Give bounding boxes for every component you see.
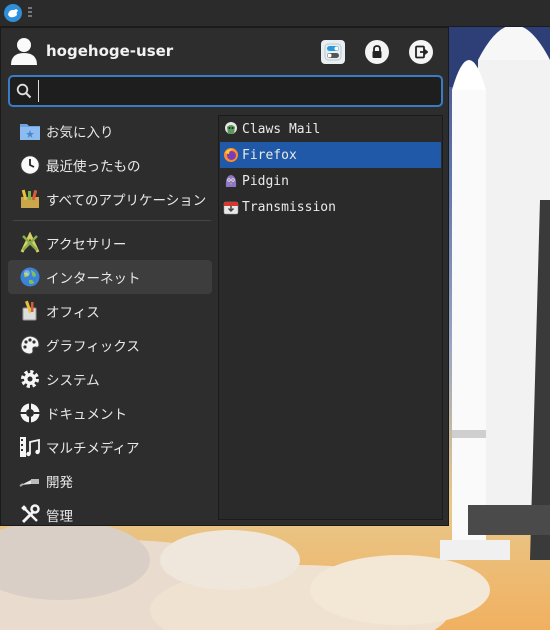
search-input[interactable] [38, 80, 433, 102]
category-label: すべてのアプリケーション [46, 193, 207, 209]
all-apps-icon [18, 187, 42, 211]
app-label: Transmission [242, 199, 336, 215]
category-system[interactable]: システム [8, 362, 212, 396]
category-office[interactable]: オフィス [8, 294, 212, 328]
category-multimedia[interactable]: マルチメディア [8, 430, 212, 464]
category-label: アクセサリー [46, 237, 127, 253]
category-documents[interactable]: ドキュメント [8, 396, 212, 430]
clock-icon [18, 153, 42, 177]
category-label: オフィス [46, 305, 100, 321]
settings-toggle-icon [324, 43, 342, 61]
lock-screen-button[interactable] [365, 40, 389, 64]
search-box[interactable] [8, 75, 443, 107]
settings-button[interactable] [321, 40, 345, 64]
category-label: グラフィックス [46, 339, 140, 355]
multimedia-icon [18, 435, 42, 459]
admin-tools-icon [18, 503, 42, 527]
category-separator [13, 220, 211, 221]
app-label: Firefox [242, 147, 297, 163]
firefox-icon [223, 147, 239, 163]
search-icon [16, 83, 32, 99]
category-label: ドキュメント [46, 407, 127, 423]
app-pidgin[interactable]: Pidgin [220, 168, 441, 194]
user-avatar-icon [11, 37, 37, 65]
category-label: 最近使ったもの [46, 159, 141, 175]
application-menu: hogehoge-user お気に入り 最近使ったもの すべてのアプリケーション… [0, 27, 449, 526]
app-label: Pidgin [242, 173, 289, 189]
documents-help-icon [18, 401, 42, 425]
internet-globe-icon [18, 265, 42, 289]
username-label: hogehoge-user [46, 42, 174, 60]
xfce-menu-logo-icon[interactable] [4, 4, 22, 22]
favorites-folder-icon [18, 119, 42, 143]
pidgin-icon [223, 173, 239, 189]
panel-handle-icon[interactable] [28, 7, 32, 19]
category-development[interactable]: 開発 [8, 464, 212, 498]
top-panel [0, 0, 550, 27]
system-gear-icon [18, 367, 42, 391]
user-header: hogehoge-user [1, 28, 450, 74]
logout-button[interactable] [409, 40, 433, 64]
transmission-icon [223, 199, 239, 215]
app-label: Claws Mail [242, 121, 321, 137]
category-favorites[interactable]: お気に入り [8, 114, 212, 148]
category-all-apps[interactable]: すべてのアプリケーション [8, 182, 212, 216]
category-accessories[interactable]: アクセサリー [8, 226, 212, 260]
category-label: 開発 [46, 475, 73, 491]
application-list: Claws Mail Firefox Pidgin Transmission [218, 115, 443, 520]
lock-icon [372, 45, 382, 58]
category-admin[interactable]: 管理 [8, 498, 212, 532]
category-label: お気に入り [46, 125, 114, 141]
category-graphics[interactable]: グラフィックス [8, 328, 212, 362]
category-label: システム [46, 373, 100, 389]
graphics-palette-icon [18, 333, 42, 357]
logout-icon [415, 45, 428, 59]
app-firefox[interactable]: Firefox [220, 142, 441, 168]
claws-mail-icon [223, 121, 239, 137]
accessories-icon [18, 231, 42, 255]
category-internet[interactable]: インターネット [8, 260, 212, 294]
category-label: マルチメディア [46, 441, 140, 457]
app-transmission[interactable]: Transmission [220, 194, 441, 220]
category-recent[interactable]: 最近使ったもの [8, 148, 212, 182]
office-icon [18, 299, 42, 323]
category-label: 管理 [46, 509, 73, 525]
app-claws-mail[interactable]: Claws Mail [220, 116, 441, 142]
category-label: インターネット [46, 271, 141, 287]
development-icon [18, 469, 42, 493]
